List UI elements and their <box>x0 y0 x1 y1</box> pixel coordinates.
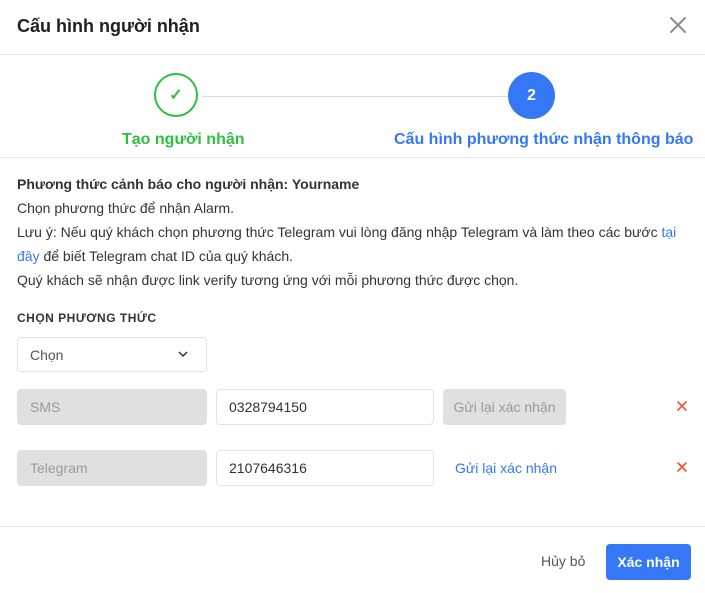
method-value-input[interactable]: 0328794150 <box>216 389 434 425</box>
close-icon[interactable] <box>667 14 689 36</box>
modal-title: Cấu hình người nhận <box>17 16 200 36</box>
step-2-label: Cấu hình phương thức nhận thông báo <box>394 131 694 148</box>
method-select-value: Chọn <box>30 346 64 363</box>
info-heading: Phương thức cảnh báo cho người nhận: You… <box>17 176 360 192</box>
info-line-1: Chọn phương thức để nhận Alarm. <box>17 200 235 216</box>
step-1-label: Tạo người nhận <box>122 131 245 148</box>
confirm-button[interactable]: Xác nhận <box>606 544 691 580</box>
step-1-check-icon: ✓ <box>154 73 198 117</box>
modal-footer: Hủy bỏ Xác nhận <box>0 526 705 593</box>
cancel-button[interactable]: Hủy bỏ <box>541 553 585 569</box>
stepper: ✓ 2 Tạo người nhận Cấu hình phương thức … <box>0 55 705 158</box>
configure-recipient-modal: Cấu hình người nhận ✓ 2 Tạo người nhận C… <box>0 0 705 592</box>
info-note-before: Lưu ý: Nếu quý khách chọn phương thức Te… <box>17 224 662 240</box>
chevron-down-icon <box>178 351 188 358</box>
method-type-field: Telegram <box>17 450 207 486</box>
info-note-after: để biết Telegram chat ID của quý khách. <box>39 248 294 264</box>
modal-header: Cấu hình người nhận <box>0 0 705 55</box>
remove-icon[interactable] <box>675 460 689 474</box>
method-type-field: SMS <box>17 389 207 425</box>
method-row-sms: SMS 0328794150 Gửi lại xác nhận <box>17 389 697 425</box>
method-section-label: CHỌN PHƯƠNG THỨC <box>17 311 157 325</box>
method-row-telegram: Telegram 2107646316 Gửi lại xác nhận <box>17 450 697 486</box>
method-value-input[interactable]: 2107646316 <box>216 450 434 486</box>
info-line-3: Quý khách sẽ nhận được link verify tương… <box>17 272 519 288</box>
remove-icon[interactable] <box>675 399 689 413</box>
method-select[interactable]: Chọn <box>17 337 207 372</box>
resend-confirmation-link[interactable]: Gửi lại xác nhận <box>455 450 557 486</box>
info-note: Lưu ý: Nếu quý khách chọn phương thức Te… <box>17 220 677 268</box>
step-2-number: 2 <box>508 72 555 119</box>
step-connector <box>202 96 555 97</box>
resend-confirmation-button[interactable]: Gửi lại xác nhận <box>443 389 566 425</box>
